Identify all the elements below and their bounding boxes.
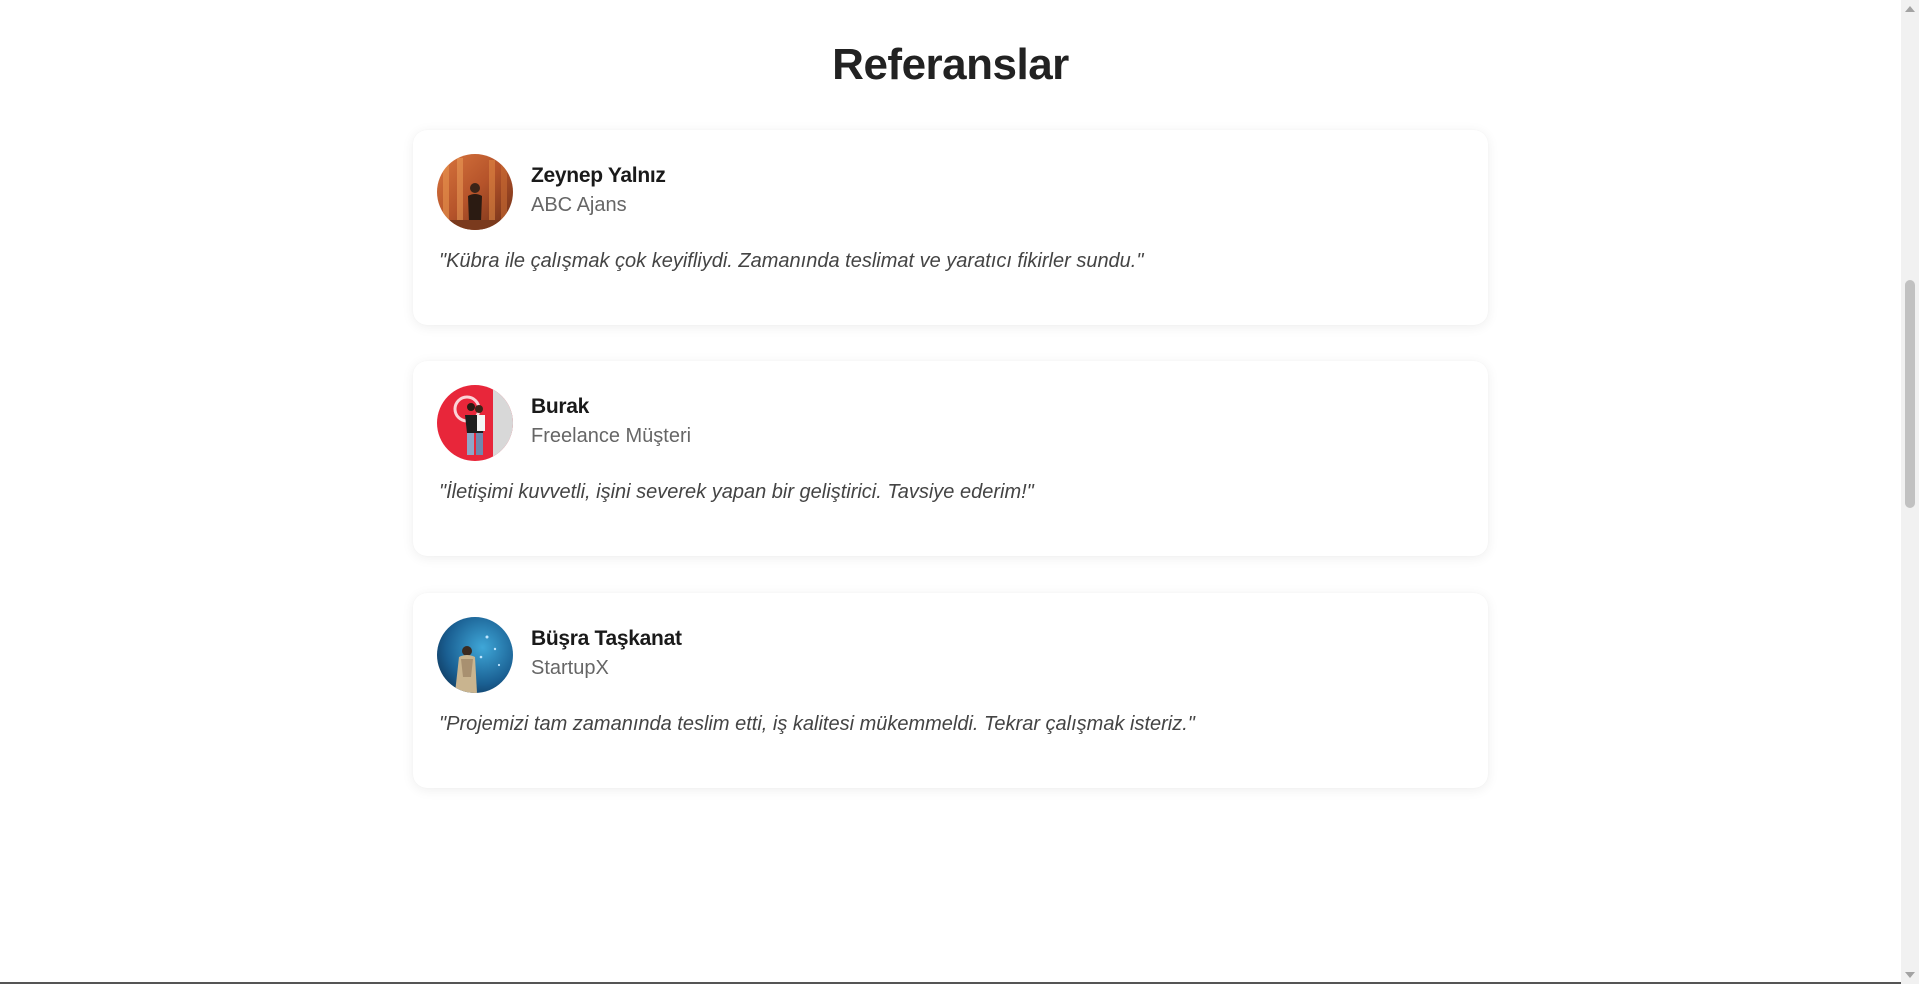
testimonial-company: StartupX [531, 657, 609, 679]
testimonial-name: Büşra Taşkanat [531, 627, 682, 650]
testimonials-list: Zeynep Yalnız ABC Ajans "Kübra ile çalış… [413, 130, 1488, 824]
avatar [437, 385, 513, 461]
vertical-scrollbar[interactable] [1901, 0, 1919, 984]
scroll-down-button[interactable] [1901, 966, 1919, 983]
section-title: Referanslar [832, 40, 1069, 89]
testimonial-company: Freelance Müşteri [531, 425, 692, 447]
scroll-up-button[interactable] [1901, 0, 1919, 17]
testimonial-name: Zeynep Yalnız [531, 164, 666, 187]
scrollbar-thumb[interactable] [1905, 280, 1915, 508]
testimonial-card: Zeynep Yalnız ABC Ajans "Kübra ile çalış… [413, 130, 1488, 325]
testimonial-company: ABC Ajans [531, 194, 627, 216]
testimonial-quote: "Kübra ile çalışmak çok keyifliydi. Zama… [439, 250, 1144, 272]
chevron-up-icon [1905, 5, 1915, 12]
testimonial-quote: "Projemizi tam zamanında teslim etti, iş… [439, 713, 1195, 735]
testimonial-card: Büşra Taşkanat StartupX "Projemizi tam z… [413, 593, 1488, 788]
avatar [437, 154, 513, 230]
avatar-photo-woman-columns [437, 154, 513, 230]
avatar [437, 617, 513, 693]
testimonial-card: Burak Freelance Müşteri "İletişimi kuvve… [413, 361, 1488, 556]
testimonial-quote: "İletişimi kuvvetli, işini severek yapan… [439, 481, 1034, 503]
testimonial-name: Burak [531, 395, 590, 418]
avatar-photo-aquarium [437, 617, 513, 693]
chevron-down-icon [1905, 971, 1915, 978]
page: Referanslar Zeynep Yalnız ABC Ajans "Küb… [0, 0, 1901, 982]
avatar-photo-couple-red-background [437, 385, 513, 461]
